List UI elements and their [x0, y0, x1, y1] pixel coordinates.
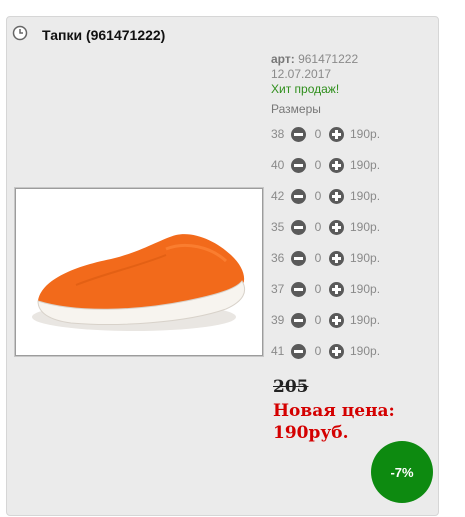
quantity-value: 0 — [314, 220, 322, 234]
quantity-value: 0 — [314, 313, 322, 327]
quantity-value: 0 — [314, 158, 322, 172]
size-label: 38 — [271, 127, 285, 141]
product-date: 12.07.2017 — [271, 67, 332, 81]
minus-icon[interactable] — [291, 312, 306, 328]
plus-icon[interactable] — [329, 281, 344, 297]
size-label: 41 — [271, 344, 285, 358]
old-price: 205 — [273, 377, 309, 397]
minus-icon[interactable] — [291, 281, 306, 297]
size-price: 190р. — [350, 344, 381, 358]
plus-icon[interactable] — [329, 312, 344, 328]
plus-icon[interactable] — [329, 250, 344, 266]
size-price: 190р. — [350, 189, 381, 203]
minus-icon[interactable] — [291, 343, 306, 359]
size-row: 37 0 190р. — [271, 280, 421, 298]
product-photo[interactable] — [15, 188, 263, 356]
size-row: 36 0 190р. — [271, 249, 421, 267]
size-row: 39 0 190р. — [271, 311, 421, 329]
size-row: 40 0 190р. — [271, 156, 421, 174]
new-price-label: Новая цена: — [273, 401, 395, 421]
size-row: 42 0 190р. — [271, 187, 421, 205]
art-label: арт: — [271, 52, 295, 66]
plus-icon[interactable] — [329, 343, 344, 359]
size-label: 42 — [271, 189, 285, 203]
plus-icon[interactable] — [329, 126, 344, 142]
plus-icon[interactable] — [329, 157, 344, 173]
size-row: 41 0 190р. — [271, 342, 421, 360]
minus-icon[interactable] — [291, 157, 306, 173]
bestseller-badge: Хит продаж! — [271, 82, 340, 96]
minus-icon[interactable] — [291, 126, 306, 142]
plus-icon[interactable] — [329, 188, 344, 204]
art-value: 961471222 — [298, 52, 359, 66]
size-price: 190р. — [350, 313, 381, 327]
size-label: 40 — [271, 158, 285, 172]
product-info: арт: 961471222 12.07.2017 Хит продаж! — [271, 52, 358, 97]
plus-icon[interactable] — [329, 219, 344, 235]
product-title: Тапки (961471222) — [42, 27, 166, 43]
size-label: 39 — [271, 313, 285, 327]
quantity-value: 0 — [314, 127, 322, 141]
size-label: 36 — [271, 251, 285, 265]
quantity-value: 0 — [314, 282, 322, 296]
quantity-value: 0 — [314, 251, 322, 265]
slipper-image — [32, 234, 246, 331]
new-price: Новая цена: 190руб. — [273, 400, 423, 444]
size-price: 190р. — [350, 251, 381, 265]
quantity-value: 0 — [314, 344, 322, 358]
size-price: 190р. — [350, 158, 381, 172]
size-row: 35 0 190р. — [271, 218, 421, 236]
size-price: 190р. — [350, 282, 381, 296]
minus-icon[interactable] — [291, 219, 306, 235]
minus-icon[interactable] — [291, 188, 306, 204]
size-row: 38 0 190р. — [271, 125, 421, 143]
discount-badge: -7% — [371, 441, 433, 503]
size-label: 37 — [271, 282, 285, 296]
size-label: 35 — [271, 220, 285, 234]
minus-icon[interactable] — [291, 250, 306, 266]
sizes-title: Размеры — [271, 102, 321, 116]
size-price: 190р. — [350, 127, 381, 141]
size-price: 190р. — [350, 220, 381, 234]
quantity-value: 0 — [314, 189, 322, 203]
clock-icon — [12, 25, 28, 41]
